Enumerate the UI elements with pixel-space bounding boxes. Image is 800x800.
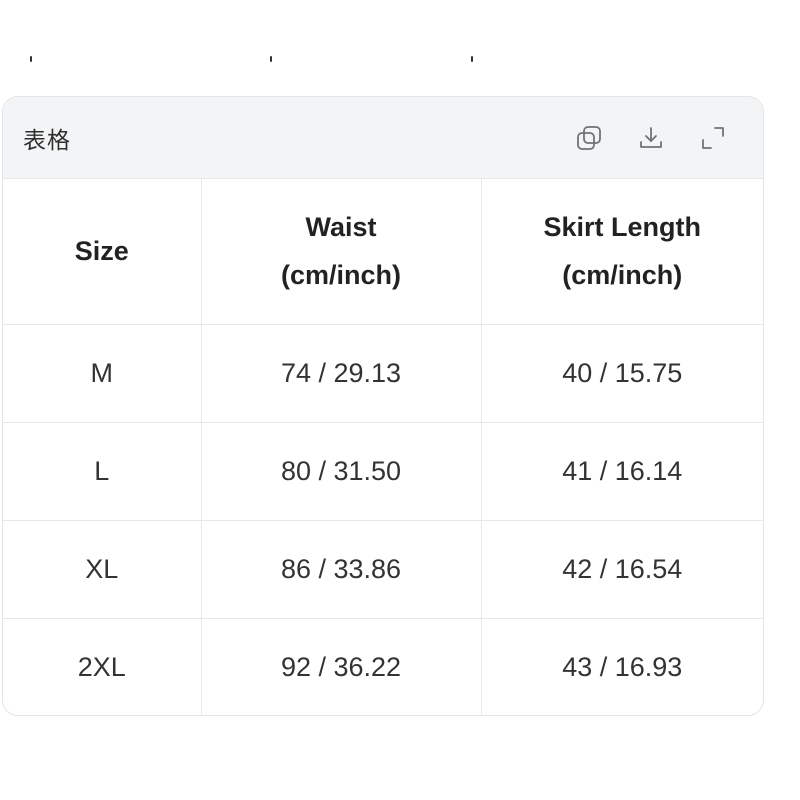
download-button[interactable] bbox=[635, 122, 667, 154]
table-card: 表格 Size Waist (cm/inch) Skirt Length (cm… bbox=[2, 96, 764, 716]
table-row: L 80 / 31.50 41 / 16.14 bbox=[3, 422, 763, 521]
expand-icon bbox=[702, 126, 724, 149]
cell-waist: 80 / 31.50 bbox=[201, 422, 482, 521]
card-header: 表格 bbox=[3, 97, 763, 179]
header-waist: Waist (cm/inch) bbox=[201, 179, 482, 325]
cell-waist: 86 / 33.86 bbox=[201, 520, 482, 619]
copy-button[interactable] bbox=[573, 122, 605, 154]
cell-skirt-length: 42 / 16.54 bbox=[481, 520, 763, 619]
table-row: XL 86 / 33.86 42 / 16.54 bbox=[3, 520, 763, 619]
table-header-row: Size Waist (cm/inch) Skirt Length (cm/in… bbox=[3, 179, 763, 325]
cell-size: 2XL bbox=[3, 618, 202, 715]
cell-waist: 74 / 29.13 bbox=[201, 324, 482, 423]
text-fragment bbox=[30, 56, 32, 62]
table-row: 2XL 92 / 36.22 43 / 16.93 bbox=[3, 618, 763, 715]
copy-icon bbox=[577, 125, 601, 150]
cell-skirt-length: 41 / 16.14 bbox=[481, 422, 763, 521]
card-title: 表格 bbox=[23, 126, 71, 153]
size-table: Size Waist (cm/inch) Skirt Length (cm/in… bbox=[3, 179, 763, 715]
text-fragment bbox=[270, 56, 272, 62]
header-skirt-length: Skirt Length (cm/inch) bbox=[481, 179, 763, 325]
cell-skirt-length: 43 / 16.93 bbox=[562, 651, 683, 682]
cell-skirt-length: 40 / 15.75 bbox=[481, 324, 763, 423]
expand-button[interactable] bbox=[697, 122, 729, 154]
cell-size: L bbox=[3, 422, 202, 521]
cell-waist: 92 / 36.22 bbox=[201, 618, 482, 715]
toolbar bbox=[573, 122, 743, 154]
text-fragment bbox=[471, 56, 473, 62]
header-size: Size bbox=[3, 179, 202, 325]
table-row: M 74 / 29.13 40 / 15.75 bbox=[3, 324, 763, 423]
download-icon bbox=[640, 126, 662, 148]
cell-size: XL bbox=[3, 520, 202, 619]
clipped-text-fragments bbox=[0, 56, 800, 66]
cell-size: M bbox=[3, 324, 202, 423]
